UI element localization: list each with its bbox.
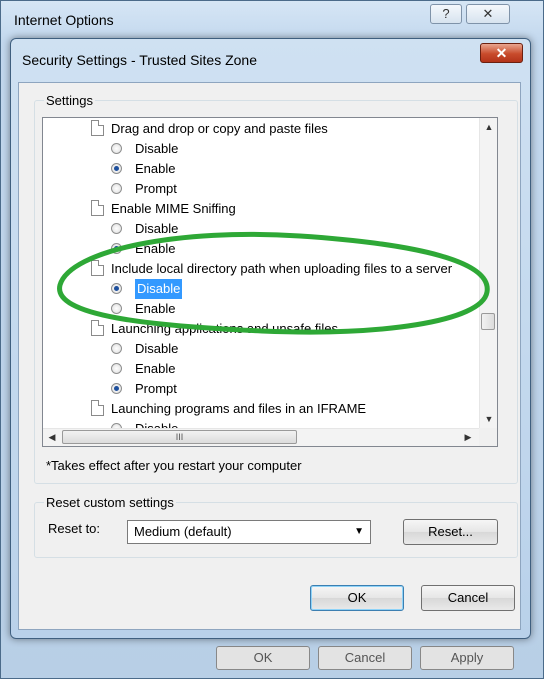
setting-label: Enable xyxy=(135,241,176,256)
restart-note: *Takes effect after you restart your com… xyxy=(46,458,302,473)
document-icon xyxy=(91,320,104,336)
setting-label: Include local directory path when upload… xyxy=(111,261,453,276)
setting-label: Enable xyxy=(135,361,176,376)
scrollbar-corner xyxy=(479,428,497,446)
setting-label: Prompt xyxy=(135,381,177,396)
setting-label: Enable xyxy=(135,301,176,316)
reset-group-label: Reset custom settings xyxy=(44,495,176,510)
radio-unchecked-icon[interactable] xyxy=(111,223,122,234)
cancel-button[interactable]: Cancel xyxy=(421,585,515,611)
outer-apply-button[interactable]: Apply xyxy=(420,646,514,670)
setting-label: Launching programs and files in an IFRAM… xyxy=(111,401,367,416)
setting-label: Disable xyxy=(135,341,179,356)
vertical-scroll-thumb[interactable] xyxy=(481,313,495,330)
document-icon xyxy=(91,400,104,416)
setting-label: Disable xyxy=(135,221,179,236)
radio-checked-icon[interactable] xyxy=(111,163,122,174)
reset-level-select[interactable]: Medium (default) ▼ xyxy=(127,520,371,544)
radio-unchecked-icon[interactable] xyxy=(111,183,122,194)
scroll-left-arrow-icon[interactable]: ◀ xyxy=(47,432,57,443)
outer-cancel-button[interactable]: Cancel xyxy=(318,646,412,670)
setting-label: Enable MIME Sniffing xyxy=(111,201,236,216)
setting-label: Launching applications and unsafe files xyxy=(111,321,338,336)
setting-label: Prompt xyxy=(135,181,177,196)
document-icon xyxy=(91,120,104,136)
internet-options-title: Internet Options xyxy=(14,12,114,28)
setting-label: Disable xyxy=(135,279,183,299)
dialog-title: Security Settings - Trusted Sites Zone xyxy=(22,52,257,68)
scroll-down-arrow-icon[interactable]: ▼ xyxy=(480,414,498,424)
radio-unchecked-icon[interactable] xyxy=(111,343,122,354)
radio-checked-icon[interactable] xyxy=(111,383,122,394)
setting-label: Enable xyxy=(135,161,176,176)
dialog-close-button[interactable]: ✕ xyxy=(480,43,523,63)
settings-tree[interactable]: Drag and drop or copy and paste files Dis… xyxy=(42,117,498,447)
radio-unchecked-icon[interactable] xyxy=(111,143,122,154)
outer-close-button[interactable]: ✕ xyxy=(466,4,510,24)
radio-checked-icon[interactable] xyxy=(111,243,122,254)
setting-label: Drag and drop or copy and paste files xyxy=(111,121,328,136)
chevron-down-icon: ▼ xyxy=(354,526,364,537)
document-icon xyxy=(91,260,104,276)
reset-to-label: Reset to: xyxy=(48,521,101,536)
reset-button[interactable]: Reset... xyxy=(403,519,498,545)
radio-unchecked-icon[interactable] xyxy=(111,363,122,374)
horizontal-scroll-thumb[interactable]: III xyxy=(62,430,297,444)
ok-button[interactable]: OK xyxy=(310,585,404,611)
scroll-up-arrow-icon[interactable]: ▲ xyxy=(480,122,498,132)
radio-checked-icon[interactable] xyxy=(111,283,122,294)
help-button[interactable]: ? xyxy=(430,4,462,24)
vertical-scrollbar[interactable]: ▲ ▼ xyxy=(479,118,497,428)
document-icon xyxy=(91,200,104,216)
outer-ok-button[interactable]: OK xyxy=(216,646,310,670)
reset-level-value: Medium (default) xyxy=(134,524,232,539)
radio-unchecked-icon[interactable] xyxy=(111,303,122,314)
scroll-right-arrow-icon[interactable]: ▶ xyxy=(463,432,473,443)
setting-label: Disable xyxy=(135,141,179,156)
settings-group-label: Settings xyxy=(44,93,95,108)
